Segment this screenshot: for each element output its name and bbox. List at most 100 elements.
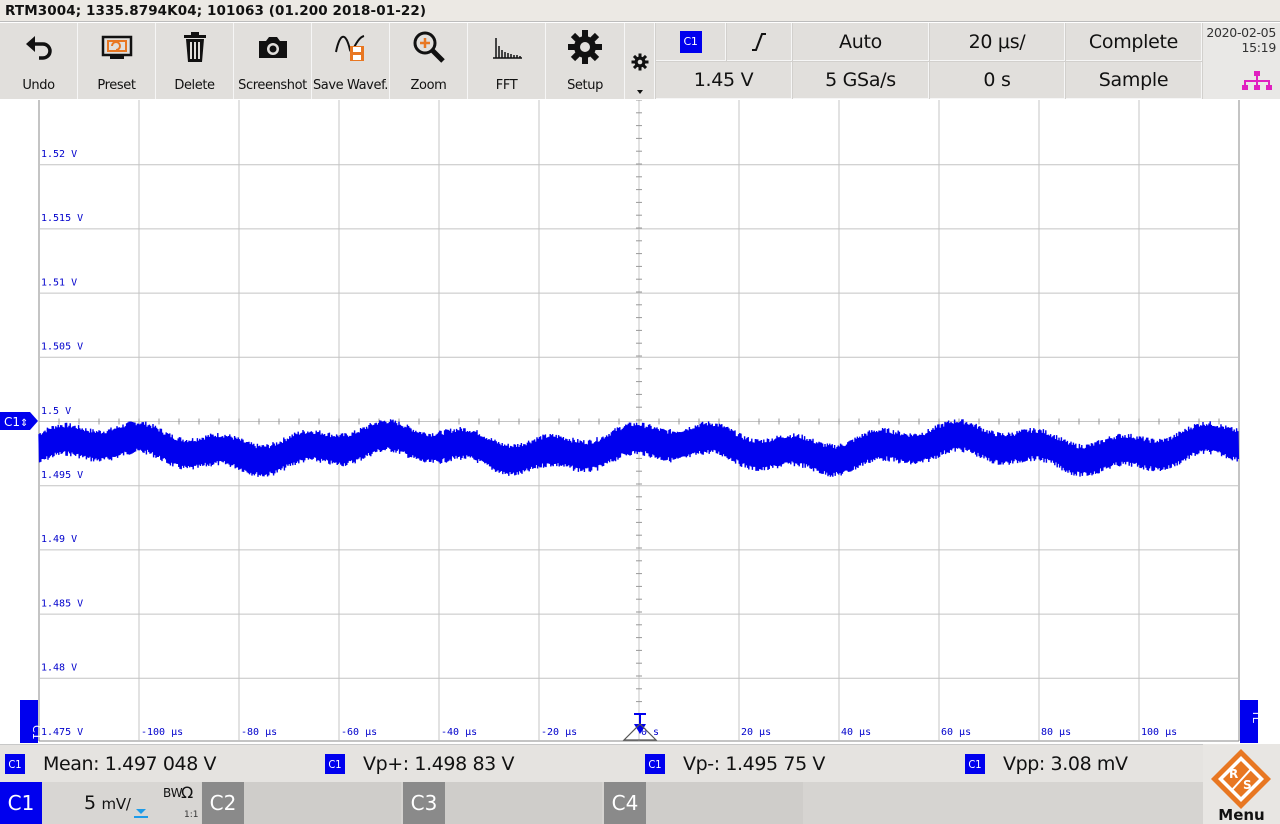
trigger-source[interactable]: C1 [656,23,726,61]
date-time: 2020-02-05 15:19 [1203,23,1280,99]
menu-button[interactable]: R S Menu [1203,744,1280,824]
rohde-schwarz-logo: R S [1211,749,1271,809]
svg-text:⇕: ⇕ [20,418,28,429]
save-waveform-button[interactable]: Save Wavef. [312,23,390,99]
channel-c3-tab[interactable]: C3 [403,782,602,824]
x-axis-label: 0 s [641,727,659,738]
y-axis-label: 1.515 V [41,213,83,224]
small-gear-icon [631,53,649,71]
y-axis-label: 1.49 V [41,534,77,545]
screenshot-button[interactable]: Screenshot [234,23,312,99]
channel-c4-label: C4 [604,782,646,824]
preset-button[interactable]: Preset [78,23,156,99]
measurement-vp-minus-text: Vp-: 1.495 75 V [683,753,826,775]
measurement-channel-badge: C1 [5,754,25,774]
y-axis-label: 1.495 V [41,470,83,481]
preset-label: Preset [97,78,136,93]
sample-rate[interactable]: 5 GSa/s [793,62,929,99]
y-axis-label: 1.48 V [41,663,77,674]
impedance-icon: Ω [181,783,194,802]
horizontal-position[interactable]: 0 s [930,62,1065,99]
measurement-channel-badge: C1 [965,754,985,774]
x-axis-label: 100 μs [1141,727,1177,738]
waveform-display[interactable]: 1.52 V 1.515 V 1.51 V 1.505 V 1.5 V 1.495 V 1.… [0,99,1280,743]
quick-settings-button[interactable] [625,23,655,99]
x-axis-label: 20 μs [741,727,771,738]
x-axis-label: -60 μs [341,727,377,738]
rising-edge-icon [752,32,766,51]
channel-bar: C1 5 mV/ BW Ω 1:1 C2 C3 C4 [0,782,1280,824]
y-axis-label: 1.51 V [41,277,77,288]
fft-button[interactable]: FFT [468,23,546,99]
x-axis-label: -80 μs [241,727,277,738]
measurement-channel-badge: C1 [645,754,665,774]
time: 15:19 [1241,40,1276,55]
channel-c2-tab[interactable]: C2 [202,782,401,824]
x-axis-label: 80 μs [1041,727,1071,738]
svg-text:TL: TL [1250,709,1263,724]
undo-button[interactable]: Undo [0,23,78,99]
acquisition-mode[interactable]: Sample [1066,62,1202,99]
lan-icon [1242,71,1272,90]
menu-label: Menu [1218,806,1265,824]
fft-icon [468,29,545,65]
trigger-slope[interactable] [727,23,792,61]
coupling-dc-icon [134,809,148,818]
bandwidth-limit-label: BW [163,786,183,800]
trash-icon [156,29,233,65]
x-axis-label: 60 μs [941,727,971,738]
zoom-icon [390,29,467,65]
trigger-level[interactable]: 1.45 V [656,62,792,99]
x-axis-label: -100 μs [141,727,183,738]
y-axis-label: 1.505 V [41,342,83,353]
measurement-vp-plus[interactable]: C1 Vp+: 1.498 83 V [325,745,514,783]
channel-c2-label: C2 [202,782,244,824]
trigger-level-marker: TL [1240,700,1263,743]
channel-c4-tab[interactable]: C4 [604,782,803,824]
x-axis-label: -40 μs [441,727,477,738]
undo-label: Undo [22,78,55,93]
trigger-mode[interactable]: Auto [793,23,929,61]
preset-icon [78,29,155,65]
probe-ratio: 1:1 [184,810,199,820]
svg-text:C1: C1 [4,415,20,429]
channel1-offset-marker[interactable]: C1 ⇕ [0,412,38,430]
measurement-bar: C1 Mean: 1.497 048 V C1 Vp+: 1.498 83 V … [0,744,1280,782]
x-axis-label: 40 μs [841,727,871,738]
title-bar: RTM3004; 1335.8794K04; 101063 (01.200 20… [0,0,1280,22]
svg-text:C1: C1 [30,725,43,740]
measurement-vp-minus[interactable]: C1 Vp-: 1.495 75 V [645,745,825,783]
camera-icon [234,29,311,65]
channel-c1-label: C1 [0,782,42,824]
channel-c1-tab[interactable]: C1 5 mV/ BW Ω 1:1 [0,782,201,824]
measurement-vp-plus-text: Vp+: 1.498 83 V [363,753,515,775]
screenshot-label: Screenshot [238,78,307,93]
measurement-mean-text: Mean: 1.497 048 V [43,753,217,775]
measurement-mean[interactable]: C1 Mean: 1.497 048 V [5,745,217,783]
setup-label: Setup [567,78,603,93]
undo-icon [0,29,77,65]
toolbar: Undo Preset Delete Screenshot Save Wavef… [0,23,1280,99]
y-axis-label: 1.475 V [41,727,83,738]
zoom-label: Zoom [410,78,447,93]
delete-label: Delete [174,78,215,93]
fft-label: FFT [495,78,518,93]
channel1-bottom-marker: C1 [20,700,43,743]
instrument-id: RTM3004; 1335.8794K04; 101063 (01.200 20… [5,3,427,19]
timebase[interactable]: 20 μs/ [930,23,1065,61]
gear-icon [546,29,624,65]
channel-c3-label: C3 [403,782,445,824]
date: 2020-02-05 [1206,25,1276,40]
graticule [38,99,1240,742]
x-axis-labels: -100 μs -80 μs -60 μs -40 μs -20 μs 0 s 20 μs 4… [141,727,1177,738]
setup-button[interactable]: Setup [546,23,625,99]
channel-c1-scale: 5 mV/ [84,792,131,814]
save-waveform-label: Save Wavef. [312,78,389,93]
delete-button[interactable]: Delete [156,23,234,99]
measurement-channel-badge: C1 [325,754,345,774]
trigger-source-badge: C1 [679,30,702,53]
y-axis-label: 1.5 V [41,406,71,417]
acquisition-status[interactable]: Complete [1066,23,1202,61]
measurement-vpp[interactable]: C1 Vpp: 3.08 mV [965,745,1128,783]
zoom-button[interactable]: Zoom [390,23,468,99]
